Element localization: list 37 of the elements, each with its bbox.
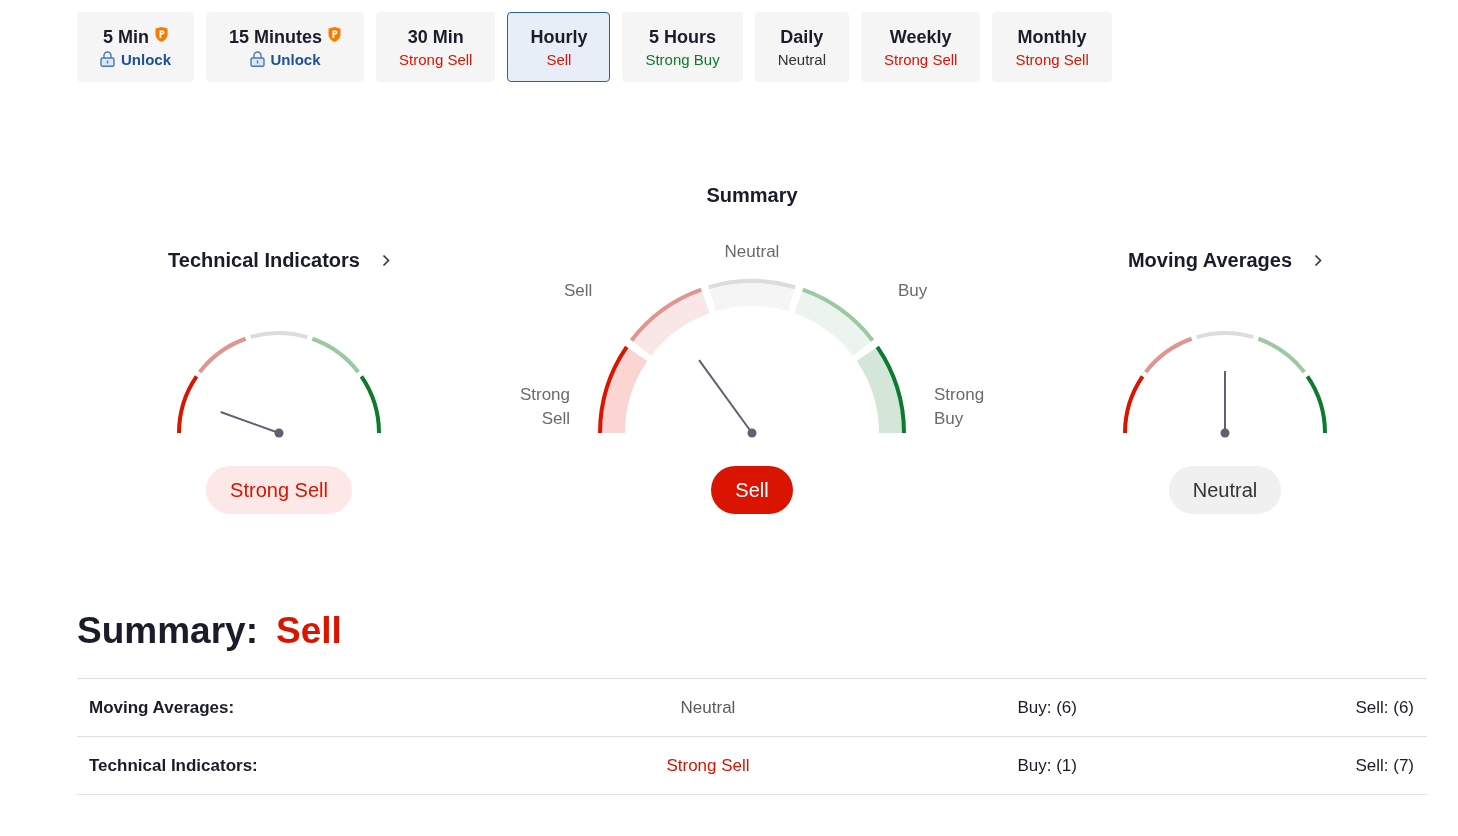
- scale-label: Buy: [898, 280, 928, 302]
- timeframe-tab[interactable]: Daily Neutral: [754, 12, 849, 82]
- table-cell-text: Strong Sell: [665, 755, 751, 776]
- table-cell-text: Sell: (6): [1354, 697, 1414, 718]
- timeframe-tab[interactable]: Hourly Sell: [507, 12, 611, 82]
- timeframe-tab[interactable]: 5 Hours Strong Buy: [622, 12, 743, 82]
- scale-label: Strong Sell: [518, 384, 570, 430]
- scale-label: Sell: [564, 280, 593, 302]
- chevron-right-icon[interactable]: [381, 254, 390, 267]
- gauge-needle: [1220, 370, 1230, 438]
- timeframe-tab[interactable]: 30 Min Strong Sell: [376, 12, 496, 82]
- chevron-right-icon[interactable]: [1314, 254, 1323, 267]
- shield-icon: [155, 26, 168, 42]
- timeframe-tab[interactable]: Weekly Strong Sell: [861, 12, 981, 82]
- result-button[interactable]: Sell: [711, 466, 793, 514]
- timeframe-tab[interactable]: Monthly Strong Sell: [992, 12, 1112, 82]
- table-cell-text: Moving Averages:: [89, 697, 236, 718]
- scale-label: Strong Buy: [934, 384, 986, 430]
- table-cell-text: Buy: (6): [1016, 697, 1077, 718]
- lock-icon: [100, 51, 115, 67]
- section-title: Summary: [706, 184, 798, 207]
- timeframe-tab[interactable]: 5 Min Unlock: [77, 12, 194, 82]
- summary-heading: Summary:: [77, 610, 258, 652]
- table-cell-text: Technical Indicators:: [89, 755, 259, 776]
- shield-icon: [328, 26, 342, 42]
- section-title[interactable]: Technical Indicators: [168, 249, 360, 272]
- scale-label: Neutral: [723, 241, 781, 263]
- summary-value: Sell: [275, 610, 342, 652]
- section-title[interactable]: Moving Averages: [1127, 249, 1293, 272]
- result-button[interactable]: Neutral: [1168, 466, 1282, 514]
- table-cell-text: Sell: (7): [1354, 755, 1414, 776]
- timeframe-tab[interactable]: 15 Minutes Unlock: [206, 12, 365, 82]
- result-button[interactable]: Strong Sell: [206, 466, 352, 514]
- table-cell-text: Buy: (1): [1016, 755, 1077, 776]
- table-cell-text: Neutral: [679, 697, 737, 718]
- lock-icon: [249, 51, 265, 67]
- gauge-needle: [219, 411, 284, 438]
